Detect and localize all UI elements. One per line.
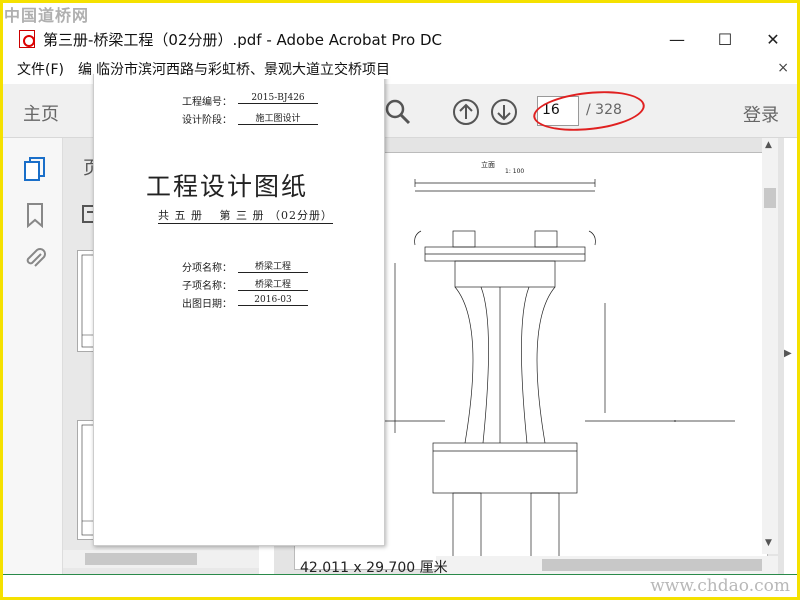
item-name-value: 桥梁工程 — [238, 259, 308, 273]
design-phase-row: 设计阶段： 施工图设计 — [182, 111, 318, 126]
thumbnail-horizontal-scrollbar[interactable] — [63, 550, 259, 568]
project-number-label: 工程编号： — [182, 97, 232, 108]
subitem-name-label: 子项名称： — [182, 281, 232, 292]
watermark-top: 中国道桥网 — [4, 6, 90, 25]
close-window-button[interactable]: ✕ — [749, 22, 797, 56]
vertical-scrollbar[interactable]: ▲ ▼ — [762, 138, 778, 554]
project-title-banner: 临汾市滨河西路与彩虹桥、景观大道立交桥项目 — [94, 59, 390, 79]
title-bar: 第三册-桥梁工程（02分册）.pdf - Adobe Acrobat Pro D… — [3, 22, 797, 56]
drawing-set-title: 工程设计图纸 — [146, 172, 309, 201]
page-thumbnails-icon[interactable] — [23, 156, 47, 182]
issue-date-value: 2016-03 — [238, 295, 308, 306]
left-tool-rail — [3, 138, 63, 574]
scroll-up-arrow-icon[interactable]: ▲ — [765, 140, 772, 150]
watermark-bottom: www.chdao.com — [650, 576, 790, 596]
expand-right-pane-arrow-icon[interactable]: ▶ — [784, 348, 792, 359]
item-name-row: 分项名称： 桥梁工程 — [182, 259, 308, 274]
minimize-button[interactable]: — — [653, 22, 701, 56]
bookmark-icon[interactable] — [23, 202, 47, 228]
scrollbar-thumb[interactable] — [764, 188, 776, 208]
attachment-icon[interactable] — [23, 246, 47, 272]
login-button[interactable]: 登录 — [743, 101, 779, 127]
horizontal-scrollbar[interactable] — [436, 556, 778, 574]
red-annotation-circle — [531, 86, 647, 136]
subitem-name-row: 子项名称： 桥梁工程 — [182, 277, 308, 292]
scrollbar-thumb[interactable] — [85, 553, 197, 565]
item-name-label: 分项名称： — [182, 263, 232, 274]
scrollbar-thumb[interactable] — [542, 559, 762, 571]
menu-file[interactable]: 文件(F) — [17, 59, 64, 79]
subitem-name-value: 桥梁工程 — [238, 277, 308, 291]
window-controls: — ☐ ✕ — [653, 22, 797, 56]
drawing-scale: 1: 100 — [505, 168, 524, 175]
drawing-title: 立面 — [481, 160, 495, 169]
search-icon[interactable] — [383, 97, 413, 127]
tab-home[interactable]: 主页 — [23, 100, 59, 126]
issue-date-label: 出图日期： — [182, 299, 232, 310]
scroll-down-arrow-icon[interactable]: ▼ — [765, 538, 772, 548]
design-phase-value: 施工图设计 — [238, 111, 318, 125]
issue-date-row: 出图日期： 2016-03 — [182, 295, 308, 310]
close-tab-icon[interactable]: × — [777, 60, 789, 76]
window-title: 第三册-桥梁工程（02分册）.pdf - Adobe Acrobat Pro D… — [43, 30, 442, 49]
maximize-button[interactable]: ☐ — [701, 22, 749, 56]
previous-page-icon[interactable] — [451, 97, 481, 127]
cover-page-preview: 临汾市滨河西路与彩虹桥、景观大道立交桥项目 工程编号： 2015-BJ426 设… — [93, 59, 390, 546]
volume-subtitle: 共 五 册 第 三 册 （02分册） — [158, 209, 333, 224]
next-page-icon[interactable] — [489, 97, 519, 127]
pdf-file-icon — [19, 30, 35, 48]
project-number-row: 工程编号： 2015-BJ426 — [182, 93, 318, 108]
project-number-value: 2015-BJ426 — [238, 93, 318, 104]
status-divider — [3, 574, 797, 575]
menu-edit[interactable]: 编 — [78, 59, 92, 79]
design-phase-label: 设计阶段： — [182, 115, 232, 126]
